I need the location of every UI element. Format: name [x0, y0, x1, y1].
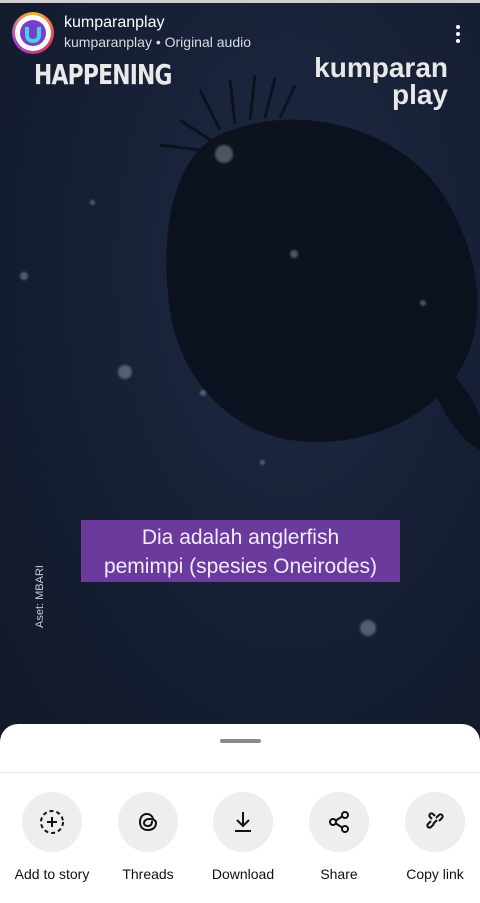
particle [215, 145, 233, 163]
video-caption: Dia adalah anglerfish pemimpi (spesies O… [81, 520, 400, 582]
brand-watermark: kumparan play [314, 52, 448, 110]
caption-line2: pemimpi (spesies Oneirodes) [103, 555, 378, 578]
action-label: Copy link [406, 866, 464, 882]
action-label: Download [211, 866, 275, 882]
particle [260, 460, 265, 465]
download-button[interactable]: Download [195, 792, 291, 882]
post-header: kumparanplay kumparanplay • Original aud… [12, 12, 468, 54]
threads-icon [138, 812, 158, 832]
action-label: Threads [122, 866, 174, 882]
particle [290, 250, 298, 258]
brand-line1: kumparan [314, 52, 448, 83]
anglerfish-silhouette [159, 74, 480, 450]
action-label: Add to story [14, 866, 90, 882]
happening-overlay: HAPPENING [34, 58, 172, 91]
threads-button[interactable]: Threads [100, 792, 196, 882]
particle [200, 390, 206, 396]
audio-label[interactable]: kumparanplay • Original audio [64, 34, 251, 50]
add-to-story-button[interactable]: Add to story [4, 792, 100, 882]
account-name[interactable]: kumparanplay [64, 14, 165, 32]
video-player[interactable]: kumparanplay kumparanplay • Original aud… [0, 0, 480, 760]
brand-line2: play [391, 79, 448, 110]
asset-credit: Aset: MBARI [34, 565, 46, 628]
copy-link-button[interactable]: Copy link [387, 792, 480, 882]
particle [118, 365, 132, 379]
particle [20, 272, 28, 280]
action-label: Share [320, 866, 358, 882]
particle [90, 200, 95, 205]
add-story-icon [40, 810, 64, 834]
link-icon [426, 812, 444, 829]
progress-line [0, 0, 480, 3]
download-icon [235, 812, 251, 832]
particle [360, 620, 376, 636]
share-sheet: Add to story Threads Download Share Copy… [0, 724, 480, 903]
divider [0, 772, 480, 773]
share-actions: Add to story Threads Download Share Copy… [0, 792, 480, 902]
particle [420, 300, 426, 306]
kumparan-logo-icon [20, 20, 46, 46]
avatar[interactable] [12, 12, 54, 54]
drag-handle[interactable] [220, 739, 261, 743]
share-icon [329, 811, 349, 833]
caption-line1: Dia adalah anglerfish [141, 526, 340, 549]
more-options-icon[interactable] [448, 20, 468, 48]
share-button[interactable]: Share [291, 792, 387, 882]
